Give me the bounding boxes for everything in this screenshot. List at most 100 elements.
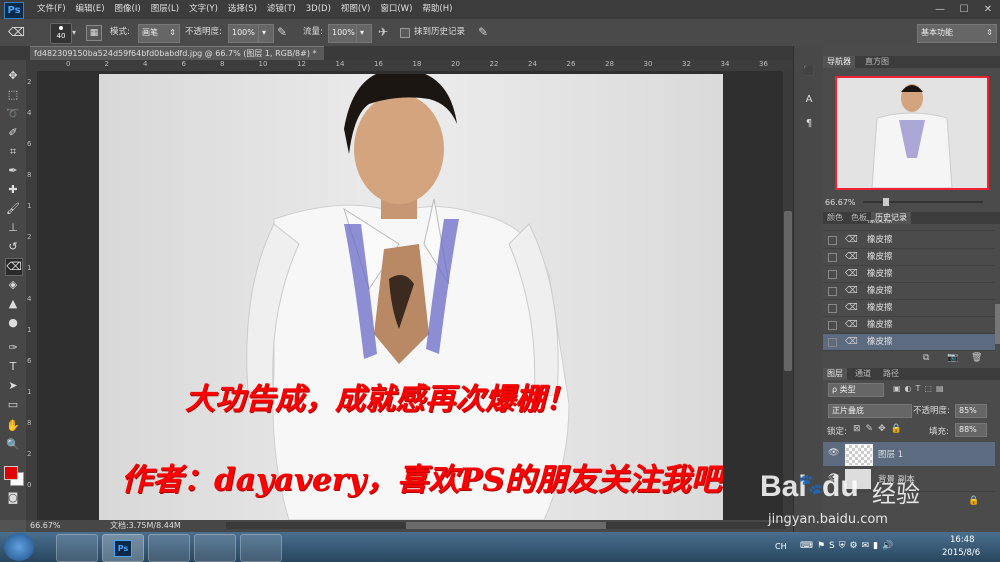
menu-window[interactable]: 窗口(W) <box>375 0 417 19</box>
photoshop-taskbar-icon[interactable]: Ps <box>102 534 144 562</box>
menu-view[interactable]: 视图(V) <box>336 0 375 19</box>
layer-filter-select[interactable]: ρ 类型 <box>828 383 884 397</box>
tab-paths[interactable]: 路径 <box>879 368 903 380</box>
layer-name[interactable]: 图层 1 <box>878 448 903 460</box>
lasso-tool-icon[interactable]: ➰ <box>5 106 21 122</box>
navigator-zoom-value[interactable]: 66.67% <box>825 198 856 207</box>
menu-type[interactable]: 文字(Y) <box>184 0 223 19</box>
quick-select-tool-icon[interactable]: ✐ <box>5 125 21 141</box>
dodge-tool-icon[interactable]: ● <box>5 315 21 331</box>
history-item[interactable]: ⌫ 橡皮擦 <box>823 283 995 300</box>
fill-field[interactable]: 88% <box>955 423 987 437</box>
hand-tool-icon[interactable]: ✋ <box>5 418 21 434</box>
start-button[interactable] <box>4 533 34 561</box>
horizontal-scrollbar[interactable] <box>226 522 786 529</box>
tab-histogram[interactable]: 直方图 <box>861 56 893 68</box>
brush-size-picker[interactable]: 40 <box>50 23 72 44</box>
character-panel-icon[interactable]: A <box>801 94 817 108</box>
image-viewer-taskbar-icon[interactable] <box>194 534 236 562</box>
layer-row-selected[interactable]: 👁 图层 1 <box>823 442 995 466</box>
eraser-tool-preset-icon[interactable]: ⌫ <box>8 25 26 39</box>
photo-taskbar-icon[interactable] <box>240 534 282 562</box>
history-item[interactable]: ⌫ 橡皮擦 <box>823 249 995 266</box>
shape-tool-icon[interactable]: ▭ <box>5 397 21 413</box>
color-panel-icon[interactable]: ⬛ <box>801 66 817 80</box>
history-item[interactable]: 橡皮擦 <box>823 220 995 231</box>
layer-opacity-field[interactable]: 85% <box>955 404 987 418</box>
zoom-tool-icon[interactable]: 🔍 <box>5 437 21 453</box>
menu-layer[interactable]: 图层(L) <box>146 0 184 19</box>
close-button[interactable]: ✕ <box>976 0 1000 19</box>
paint-bucket-tool-icon[interactable]: ◈ <box>5 277 21 293</box>
navigator-zoom-handle[interactable] <box>883 198 889 206</box>
paragraph-panel-icon[interactable]: ¶ <box>801 118 817 132</box>
brush-tool-icon[interactable]: 🖌 <box>5 201 21 217</box>
document-canvas[interactable]: 大功告成，成就感再次爆棚！ 作者：dayavery，喜欢PS的朋友关注我吧 <box>99 74 723 520</box>
history-checkbox[interactable] <box>828 321 837 330</box>
vertical-scroll-thumb[interactable] <box>784 211 792 371</box>
brush-panel-icon[interactable]: ▦ <box>86 25 102 41</box>
canvas-vertical-scrollbar[interactable] <box>783 71 793 520</box>
clock-time[interactable]: 16:48 <box>950 535 975 545</box>
pen-tool-icon[interactable]: ✑ <box>5 340 21 356</box>
chevron-down-icon[interactable]: ▾ <box>72 28 76 37</box>
history-checkbox[interactable] <box>828 338 837 347</box>
system-tray-icons[interactable]: ⌨⚑S⛨⚙✉▮🔊 <box>800 541 920 553</box>
foreground-color-swatch[interactable] <box>4 466 18 480</box>
maximize-button[interactable]: ☐ <box>952 0 976 19</box>
history-item[interactable]: ⌫ 橡皮擦 <box>823 300 995 317</box>
trash-icon[interactable]: 🗑 <box>971 353 982 363</box>
history-item[interactable]: ⌫ 橡皮擦 <box>823 317 995 334</box>
navigator-thumbnail[interactable] <box>835 76 989 190</box>
layer-filter-icons[interactable]: ▣◐T⬚▤ <box>893 384 948 393</box>
healing-brush-tool-icon[interactable]: ✚ <box>5 182 21 198</box>
document-tab[interactable]: fd482309150ba524d59f64bfd0babdfd.jpg @ 6… <box>30 46 324 61</box>
navigator-zoom-slider[interactable] <box>863 198 983 206</box>
history-item[interactable]: ⌫ 橡皮擦 <box>823 266 995 283</box>
tab-layers[interactable]: 图层 <box>823 368 847 380</box>
history-checkbox[interactable] <box>828 304 837 313</box>
menu-edit[interactable]: 编辑(E) <box>71 0 110 19</box>
clock-date[interactable]: 2015/8/6 <box>942 548 980 558</box>
blur-tool-icon[interactable]: ▲ <box>5 296 21 312</box>
status-zoom[interactable]: 66.67% <box>30 520 61 532</box>
mode-select[interactable]: 画笔 ⇕ <box>138 24 180 43</box>
ie-taskbar-icon[interactable] <box>56 534 98 562</box>
opacity-dropdown-icon[interactable]: ▾ <box>258 24 274 43</box>
quick-mask-icon[interactable]: ◙ <box>5 490 21 506</box>
pressure-size-icon[interactable]: ✎ <box>478 25 488 39</box>
lock-icons[interactable]: ⊠✎✥🔒 <box>853 424 907 434</box>
flow-dropdown-icon[interactable]: ▾ <box>356 24 372 43</box>
menu-image[interactable]: 图像(I) <box>110 0 146 19</box>
workspace-select[interactable]: 基本功能 ⇕ <box>917 24 997 43</box>
erase-to-history-checkbox[interactable] <box>400 28 410 38</box>
history-checkbox[interactable] <box>828 253 837 262</box>
tab-channels[interactable]: 通道 <box>851 368 875 380</box>
eyedropper-tool-icon[interactable]: ✒ <box>5 163 21 179</box>
eye-visibility-icon[interactable]: 👁 <box>828 448 839 458</box>
menu-select[interactable]: 选择(S) <box>223 0 262 19</box>
history-checkbox[interactable] <box>828 270 837 279</box>
history-checkbox[interactable] <box>828 236 837 245</box>
opacity-field[interactable]: 100% <box>228 24 262 43</box>
browser-taskbar-icon[interactable] <box>148 534 190 562</box>
tab-close-icon[interactable]: × <box>323 49 324 58</box>
input-language[interactable]: CH <box>775 542 787 551</box>
pressure-opacity-icon[interactable]: ✎ <box>277 25 287 39</box>
menu-filter[interactable]: 滤镜(T) <box>262 0 301 19</box>
history-item[interactable]: ⌫ 橡皮擦 <box>823 232 995 249</box>
marquee-tool-icon[interactable]: ⬚ <box>5 87 21 103</box>
path-selection-tool-icon[interactable]: ➤ <box>5 378 21 394</box>
menu-3d[interactable]: 3D(D) <box>301 0 336 19</box>
airbrush-icon[interactable]: ✈ <box>378 25 388 39</box>
horizontal-scroll-thumb[interactable] <box>406 522 606 529</box>
type-tool-icon[interactable]: T <box>5 359 21 375</box>
menu-file[interactable]: 文件(F) <box>32 0 71 19</box>
history-brush-tool-icon[interactable]: ↺ <box>5 239 21 255</box>
move-tool-icon[interactable]: ✥ <box>5 68 21 84</box>
history-item-selected[interactable]: ⌫ 橡皮擦 <box>823 334 995 351</box>
history-scroll-thumb[interactable] <box>995 304 1000 344</box>
clone-stamp-tool-icon[interactable]: ⊥ <box>5 220 21 236</box>
eraser-tool-icon[interactable]: ⌫ <box>5 258 23 276</box>
snapshot-icon[interactable]: 📷 <box>947 353 958 363</box>
